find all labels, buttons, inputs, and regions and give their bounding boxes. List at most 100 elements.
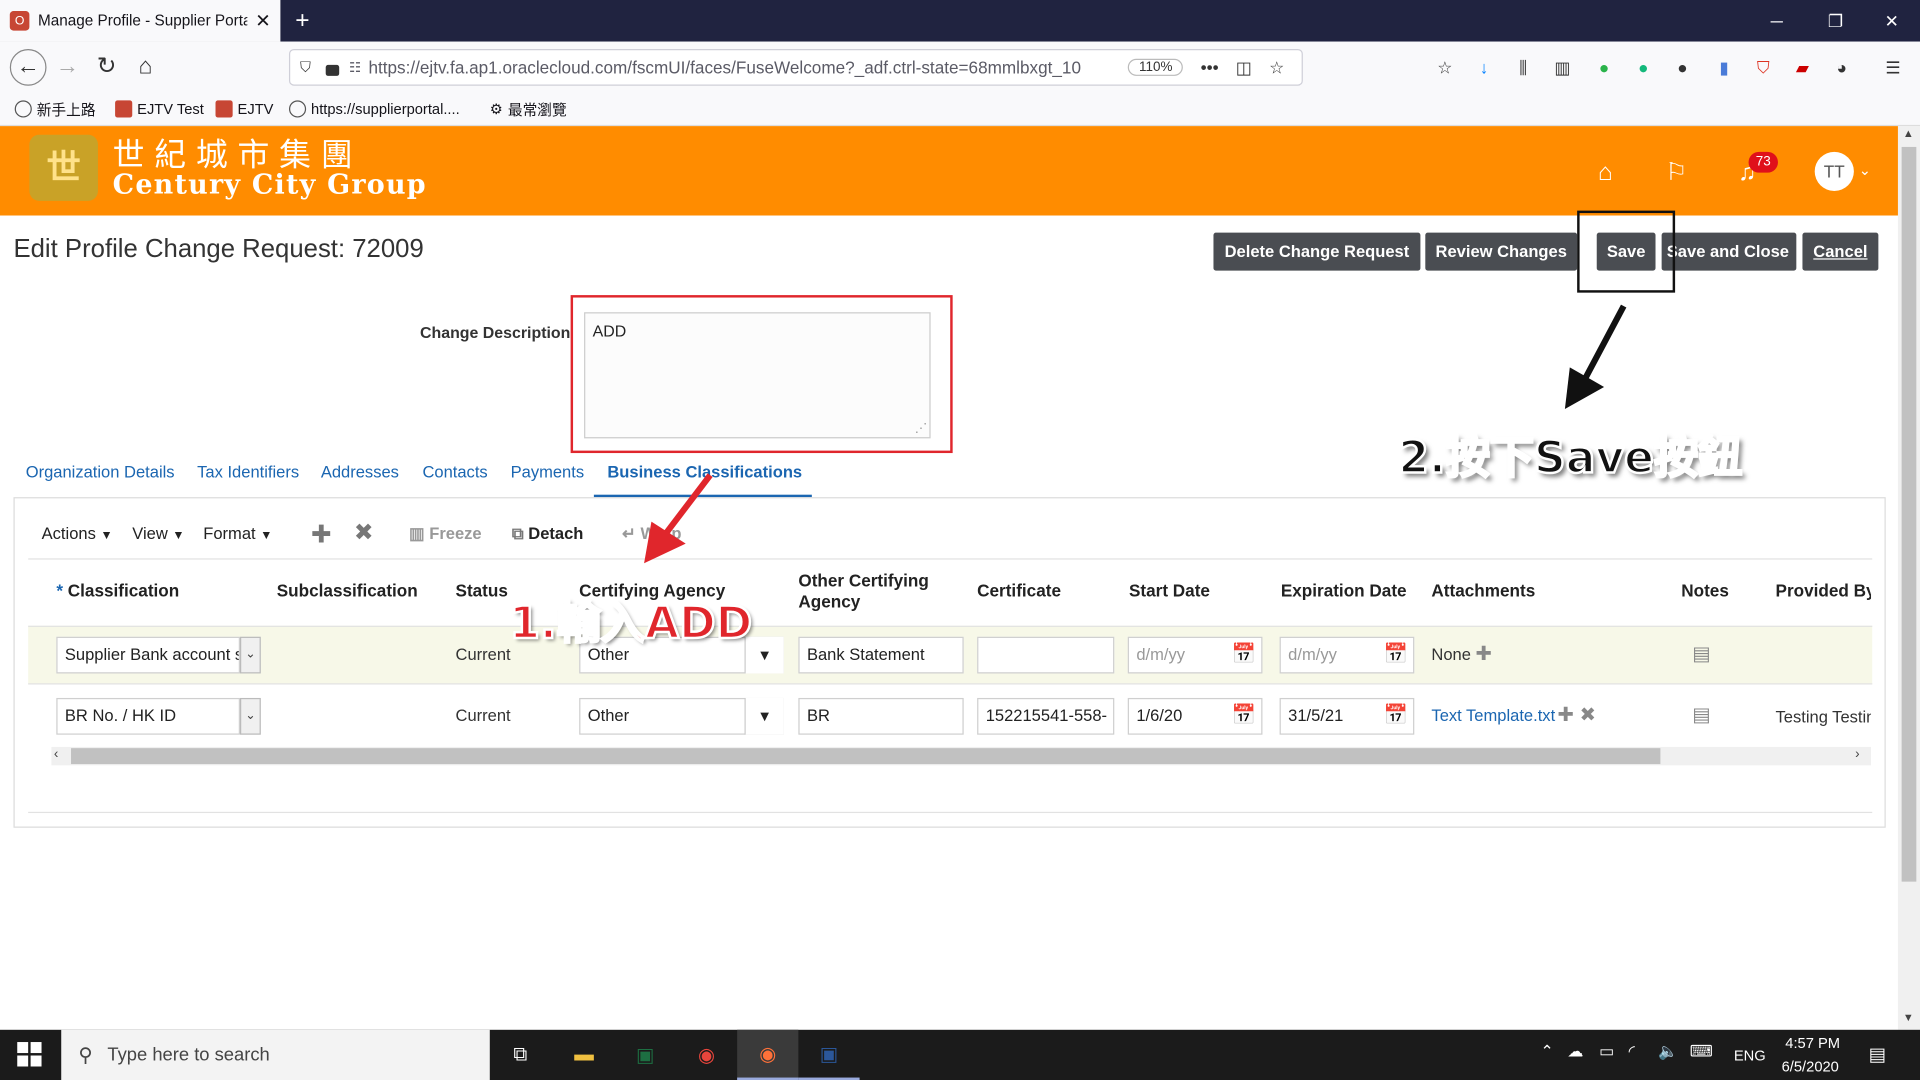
home-icon[interactable]: ⌂ <box>1589 157 1621 189</box>
chrome-icon[interactable]: ◉ <box>676 1030 737 1080</box>
chevron-down-icon[interactable]: ⌄ <box>240 636 261 674</box>
library-icon[interactable]: ⫼ <box>1511 55 1535 79</box>
col-attachments[interactable]: Attachments <box>1431 580 1535 601</box>
reading-list-icon[interactable]: ☆ <box>1433 55 1457 79</box>
language-indicator[interactable]: ENG <box>1734 1047 1766 1064</box>
extension-shield-icon[interactable]: ⛉ <box>1751 55 1775 79</box>
classification-select[interactable]: Supplier Bank account s <box>56 636 241 674</box>
col-other-certifying-agency[interactable]: Other Certifying Agency <box>798 571 929 613</box>
firefox-icon[interactable]: ◉ <box>737 1029 799 1080</box>
detach-button[interactable]: ⧉ Detach <box>512 524 584 546</box>
scroll-left-icon[interactable]: ‹ <box>54 747 58 762</box>
flag-icon[interactable]: ⚐ <box>1660 157 1692 189</box>
col-expiration-date[interactable]: Expiration Date <box>1281 580 1407 601</box>
add-row-icon[interactable]: ✚ <box>311 519 332 549</box>
url-text[interactable]: https://ejtv.fa.ap1.oraclecloud.com/fscm… <box>368 58 1128 78</box>
extension-grammarly-icon[interactable]: ● <box>1631 55 1655 79</box>
notification-badge[interactable]: 73 <box>1748 151 1778 173</box>
add-attachment-icon[interactable]: ✚ <box>1476 642 1492 666</box>
wifi-icon[interactable]: ◜ <box>1629 1042 1635 1062</box>
review-changes-button[interactable]: Review Changes <box>1425 232 1578 271</box>
chevron-down-icon[interactable]: ⌄ <box>1859 162 1871 179</box>
bookmark-most-visited[interactable]: ⚙ 最常瀏覽 <box>490 98 567 120</box>
restore-window-icon[interactable]: ❐ <box>1807 0 1863 42</box>
horizontal-scroll-thumb[interactable] <box>71 748 1661 765</box>
forward-arrow-icon[interactable]: → <box>51 51 83 83</box>
bookmark-getting-started[interactable]: 新手上路 <box>14 98 96 120</box>
bookmark-supplierportal[interactable]: https://supplierportal.... <box>288 98 460 120</box>
taskbar-search[interactable]: ⚲ Type here to search <box>61 1029 490 1080</box>
tab-organization-details[interactable]: Organization Details <box>26 463 175 490</box>
freeze-button[interactable]: ▥ Freeze <box>409 524 482 546</box>
col-notes[interactable]: Notes <box>1681 580 1729 601</box>
reload-icon[interactable]: ↻ <box>91 51 123 83</box>
col-start-date[interactable]: Start Date <box>1129 580 1210 601</box>
add-attachment-icon[interactable]: ✚ <box>1558 703 1574 727</box>
calendar-icon[interactable]: 📅 <box>1231 642 1258 669</box>
user-avatar[interactable]: TT <box>1814 151 1854 192</box>
view-menu[interactable]: View ▼ <box>132 524 184 546</box>
sidebar-icon[interactable]: ▥ <box>1550 55 1574 79</box>
word-icon[interactable]: ▣ <box>798 1030 860 1080</box>
clock-date[interactable]: 6/5/2020 <box>1782 1058 1839 1075</box>
back-arrow-icon[interactable]: ← <box>9 48 47 86</box>
save-and-close-button[interactable]: Save and Close <box>1661 232 1797 271</box>
battery-icon[interactable]: ▭ <box>1599 1042 1614 1062</box>
browser-tab-active[interactable]: O Manage Profile - Supplier Porta ✕ <box>0 0 281 42</box>
col-provided-by[interactable]: Provided By <box>1776 580 1872 601</box>
delete-row-icon[interactable]: ✖ <box>354 519 373 546</box>
tab-addresses[interactable]: Addresses <box>321 463 399 490</box>
col-subclassification[interactable]: Subclassification <box>277 580 418 601</box>
scroll-down-icon[interactable]: ▼ <box>1903 1011 1914 1023</box>
certificate-input[interactable]: 152215541-558- <box>977 697 1115 735</box>
classification-select[interactable]: BR No. / HK ID <box>56 697 241 735</box>
century-city-logo-icon[interactable]: 世 <box>29 134 98 201</box>
tab-contacts[interactable]: Contacts <box>422 463 487 490</box>
col-certificate[interactable]: Certificate <box>977 580 1061 601</box>
close-tab-icon[interactable]: ✕ <box>255 10 270 32</box>
attachment-link[interactable]: Text Template.txt <box>1431 707 1555 725</box>
tracking-shield-icon[interactable]: ⛉ <box>300 58 311 76</box>
col-classification[interactable]: * Classification <box>56 580 179 601</box>
extension-bookmark-icon[interactable]: ▮ <box>1712 55 1736 79</box>
extension-check-icon[interactable]: ● <box>1592 55 1616 79</box>
page-actions-icon[interactable]: ••• <box>1201 58 1219 78</box>
notes-icon[interactable]: ▤ <box>1692 703 1711 727</box>
onedrive-icon[interactable]: ☁ <box>1567 1042 1583 1062</box>
clock-time[interactable]: 4:57 PM <box>1785 1035 1840 1052</box>
keyboard-icon[interactable]: ⌨ <box>1690 1042 1713 1062</box>
new-tab-icon[interactable]: + <box>289 5 316 37</box>
lock-icon[interactable] <box>325 64 340 76</box>
chevron-down-icon[interactable]: ⌄ <box>240 697 261 735</box>
url-bar[interactable]: ⛉ ☷ https://ejtv.fa.ap1.oraclecloud.com/… <box>288 48 1303 86</box>
excel-icon[interactable]: ▣ <box>615 1030 676 1080</box>
format-menu[interactable]: Format ▼ <box>203 524 272 546</box>
cancel-button[interactable]: Cancel <box>1802 232 1879 271</box>
close-window-icon[interactable]: ✕ <box>1864 0 1920 42</box>
tab-tax-identifiers[interactable]: Tax Identifiers <box>197 463 299 490</box>
extension-pdf-icon[interactable]: ▰ <box>1790 55 1814 79</box>
pocket-icon[interactable]: ◫ <box>1236 57 1252 78</box>
scroll-right-icon[interactable]: › <box>1855 747 1859 762</box>
caret-down-icon[interactable]: ▼ <box>744 697 784 735</box>
show-hidden-icons[interactable]: ⌃ <box>1540 1042 1553 1062</box>
bookmark-ejtv-test[interactable]: EJTV Test <box>115 98 204 120</box>
bookmark-ejtv[interactable]: EJTV <box>215 98 273 120</box>
actions-menu[interactable]: Actions ▼ <box>42 524 113 546</box>
calendar-icon[interactable]: 📅 <box>1231 703 1258 730</box>
windows-start-icon[interactable] <box>17 1042 42 1067</box>
volume-icon[interactable]: 🔈 <box>1658 1042 1678 1062</box>
col-status[interactable]: Status <box>456 580 508 601</box>
delete-change-request-button[interactable]: Delete Change Request <box>1213 232 1421 271</box>
download-icon[interactable]: ↓ <box>1472 55 1496 79</box>
tab-payments[interactable]: Payments <box>511 463 585 490</box>
permissions-icon[interactable]: ☷ <box>349 59 361 76</box>
action-center-icon[interactable]: ▤ <box>1869 1043 1886 1065</box>
account-icon[interactable]: ● <box>1670 55 1694 79</box>
hamburger-menu-icon[interactable]: ☰ <box>1881 55 1905 79</box>
notes-icon[interactable]: ▤ <box>1692 642 1711 666</box>
zoom-level[interactable]: 110% <box>1127 58 1184 76</box>
extension-puzzle-icon[interactable]: ◕ <box>1829 55 1853 79</box>
remove-attachment-icon[interactable]: ✖ <box>1580 703 1596 727</box>
certificate-input[interactable] <box>977 636 1115 674</box>
